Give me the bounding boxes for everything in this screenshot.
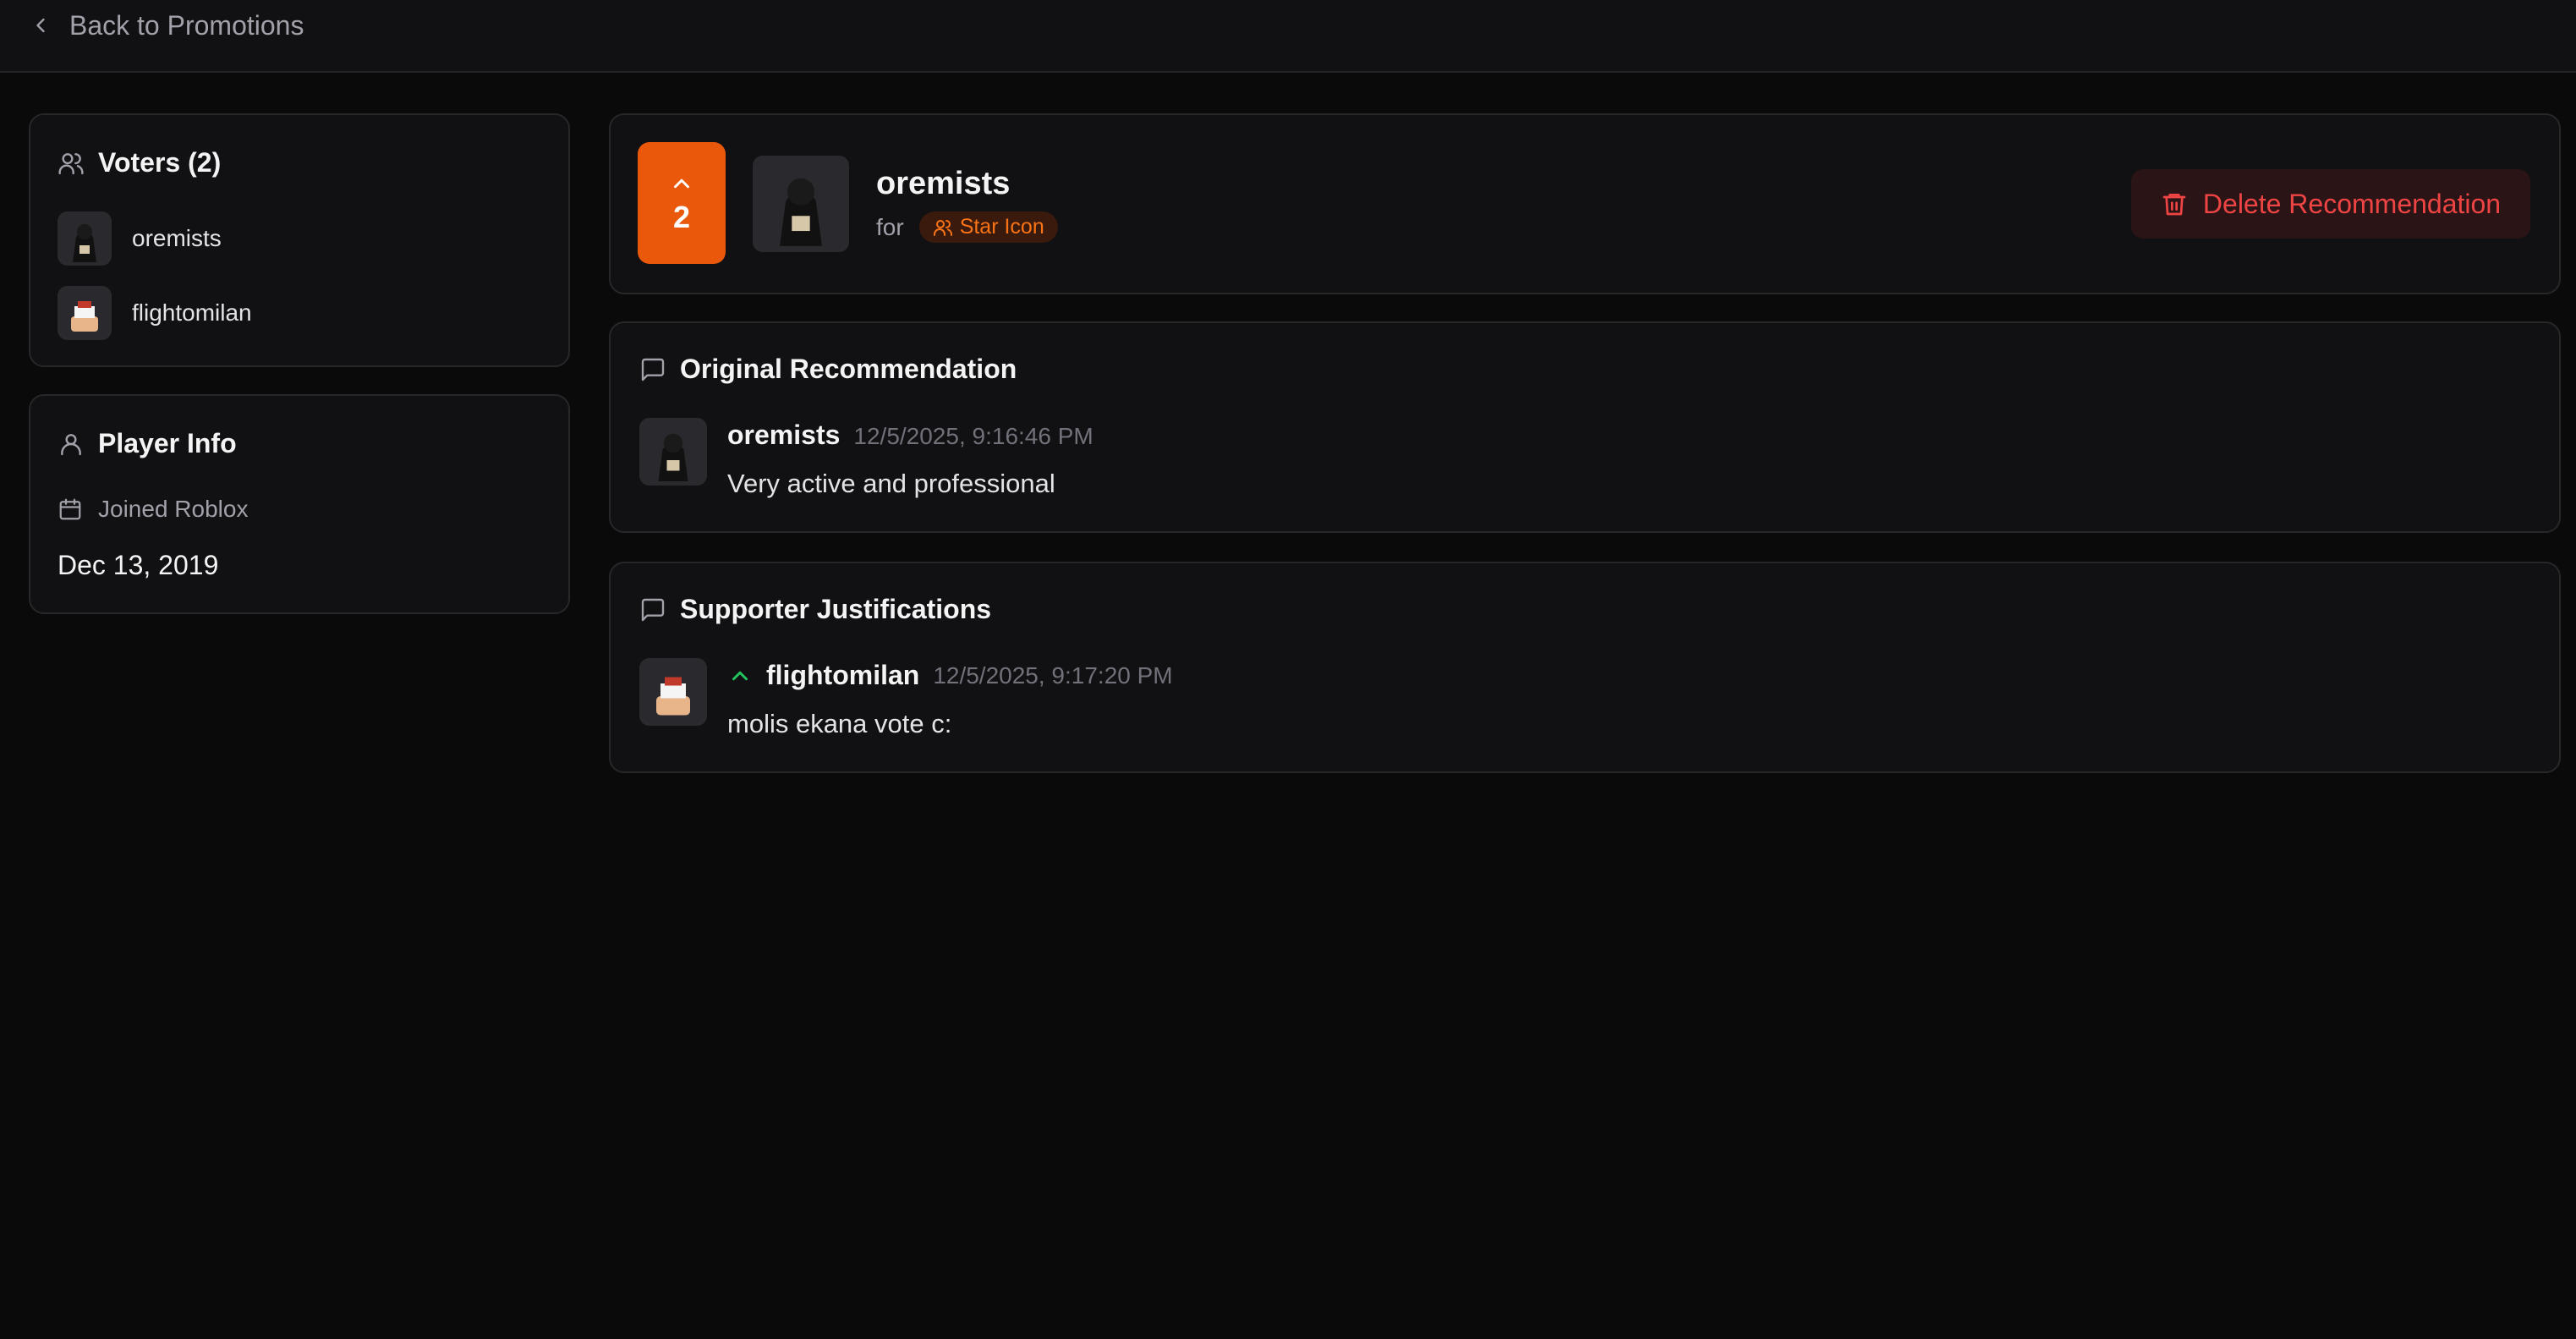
rank-row: for Star Icon — [876, 211, 1058, 243]
upvote-button[interactable]: 2 — [638, 142, 726, 264]
users-icon — [58, 152, 84, 174]
back-to-promotions-link[interactable]: Back to Promotions — [29, 7, 304, 44]
comment-timestamp: 12/5/2025, 9:17:20 PM — [933, 661, 1173, 689]
back-link-label: Back to Promotions — [69, 9, 304, 41]
author-avatar — [639, 418, 707, 486]
message-square-icon — [641, 598, 665, 621]
comment-meta: oremists 12/5/2025, 9:16:46 PM — [727, 420, 1093, 451]
supporter-justifications-title: Supporter Justifications — [680, 594, 992, 624]
rank-badge: Star Icon — [918, 211, 1058, 243]
chevron-left-icon — [36, 18, 45, 33]
original-recommendation-card: Original Recommendation oremists 12/5/20… — [609, 321, 2561, 533]
player-info-title: Player Info — [98, 428, 237, 458]
calendar-icon — [59, 498, 81, 520]
top-bar: Back to Promotions — [0, 0, 2576, 73]
supporter-avatar — [639, 658, 707, 726]
original-recommendation-header: Original Recommendation — [639, 354, 1017, 385]
joined-label-row: Joined Roblox — [58, 496, 248, 523]
user-icon — [61, 433, 81, 455]
users-icon — [933, 219, 952, 236]
voter-name: flightomilan — [132, 299, 252, 326]
avatar — [58, 286, 112, 340]
supporter-justifications-header: Supporter Justifications — [639, 594, 991, 625]
joined-label: Joined Roblox — [98, 496, 249, 522]
trash-icon — [2162, 194, 2186, 216]
voters-card: Voters (2) oremists flightomilan — [29, 113, 570, 367]
rank-badge-label: Star Icon — [959, 215, 1044, 239]
player-info-card: Player Info Joined Roblox Dec 13, 2019 — [29, 394, 570, 614]
player-info-header: Player Info — [58, 428, 237, 459]
comment-meta: flightomilan 12/5/2025, 9:17:20 PM — [727, 660, 1173, 691]
avatar — [58, 211, 112, 266]
comment-author[interactable]: flightomilan — [766, 660, 919, 691]
voter-item[interactable]: flightomilan — [58, 286, 252, 340]
comment-author[interactable]: oremists — [727, 420, 840, 451]
voter-item[interactable]: oremists — [58, 211, 222, 266]
comment-text: Very active and professional — [727, 469, 1055, 498]
voter-name: oremists — [132, 225, 222, 251]
player-avatar — [753, 156, 849, 252]
message-square-icon — [641, 358, 665, 381]
voters-title: Voters (2) — [98, 147, 222, 178]
comment-timestamp: 12/5/2025, 9:16:46 PM — [853, 423, 1093, 449]
joined-date: Dec 13, 2019 — [58, 550, 219, 580]
chevron-up-icon — [732, 671, 748, 680]
player-name[interactable]: oremists — [876, 166, 1010, 202]
for-label: for — [876, 213, 904, 240]
original-recommendation-title: Original Recommendation — [680, 354, 1017, 384]
comment-text: molis ekana vote c: — [727, 709, 952, 738]
chevron-up-icon — [674, 178, 689, 189]
delete-button-label: Delete Recommendation — [2202, 188, 2502, 219]
vote-count: 2 — [672, 200, 691, 234]
supporter-justifications-card: Supporter Justifications flightomilan 12… — [609, 562, 2561, 773]
delete-recommendation-button[interactable]: Delete Recommendation — [2131, 169, 2530, 239]
voters-header: Voters (2) — [58, 147, 221, 178]
